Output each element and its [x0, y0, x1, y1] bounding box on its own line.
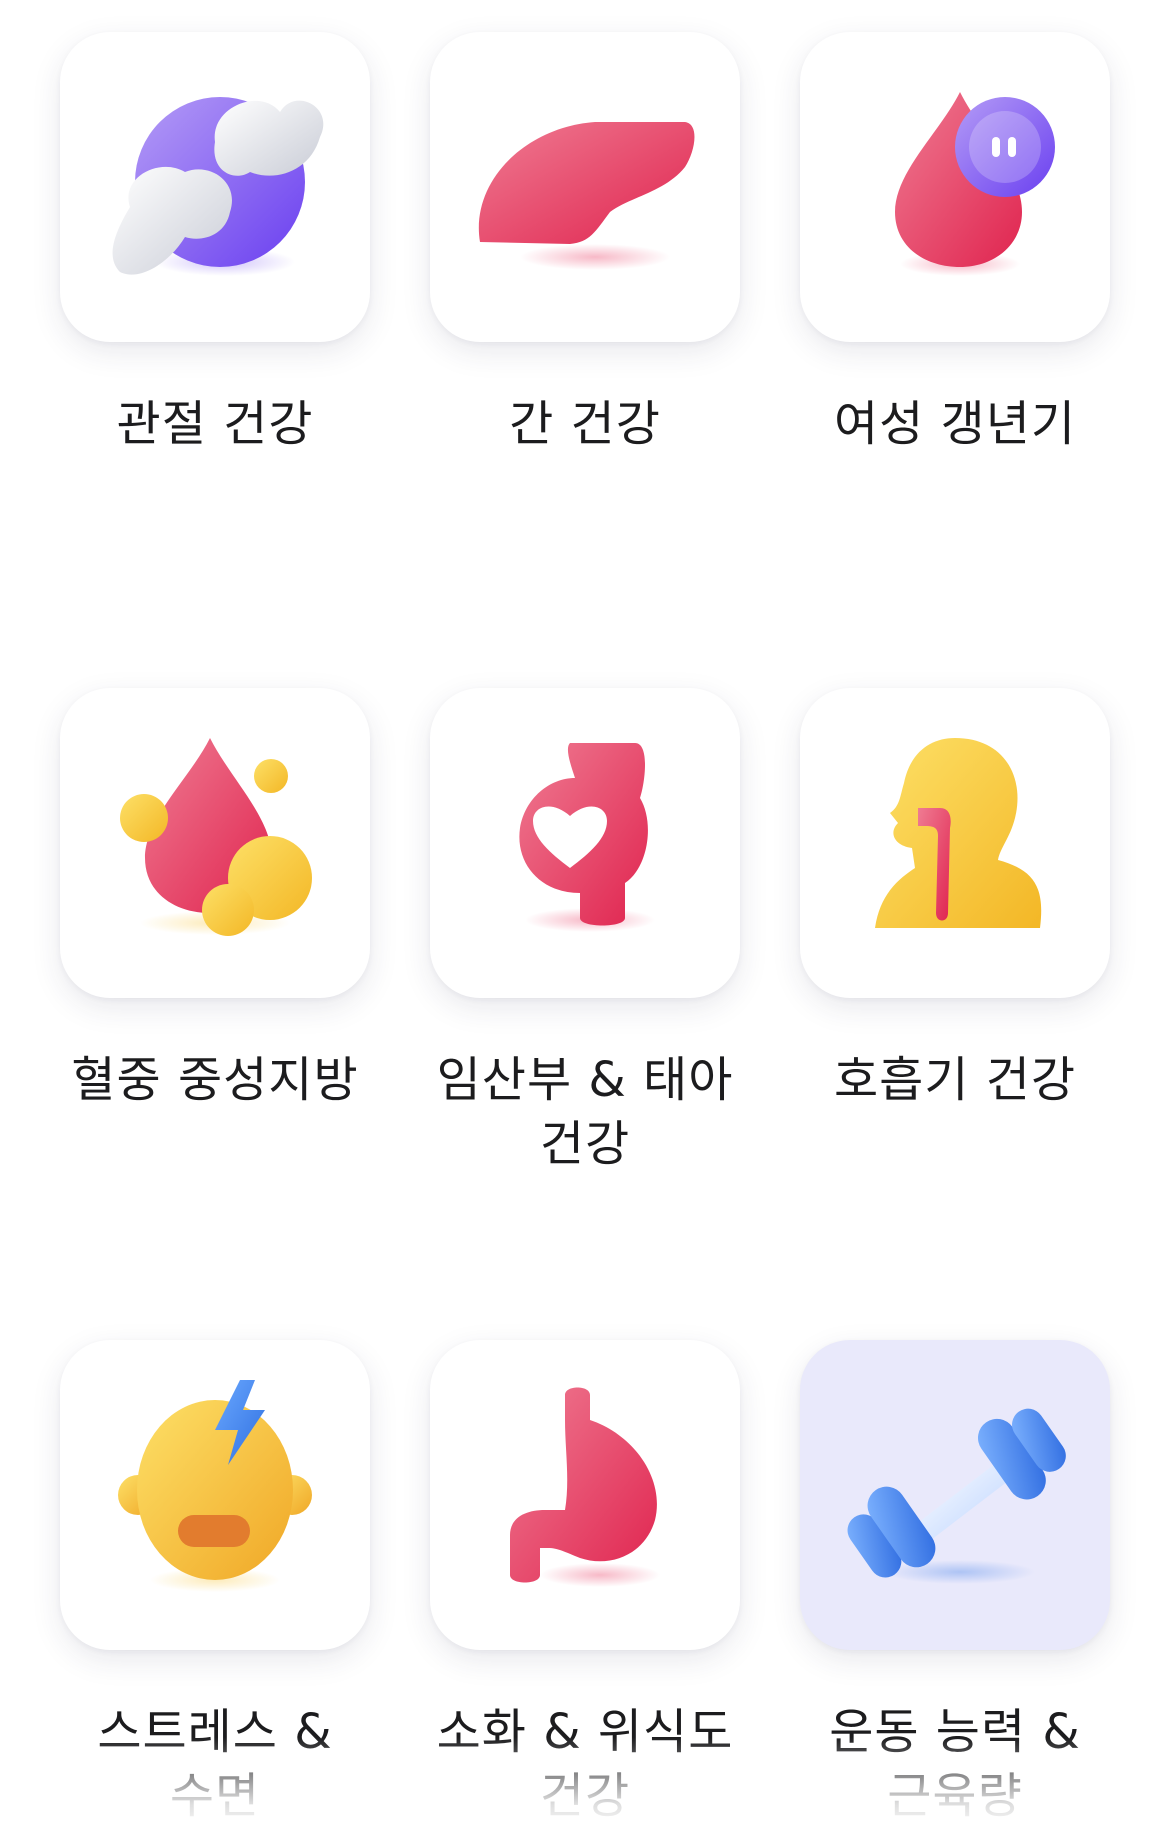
category-tile[interactable] — [430, 32, 740, 342]
category-tile[interactable] — [430, 688, 740, 998]
category-label: 여성 갱년기 — [833, 396, 1077, 452]
blood-drop-female-icon — [895, 92, 1055, 276]
blood-fat-icon — [120, 738, 312, 936]
category-tile-selected[interactable] — [800, 1340, 1110, 1650]
category-label: 간 건강 — [509, 396, 661, 452]
category-label: 운동 능력 & 근육량 — [829, 1704, 1081, 1824]
dumbbell-icon — [847, 1408, 1066, 1584]
category-tile[interactable] — [800, 32, 1110, 342]
liver-icon — [478, 122, 695, 270]
category-label: 임산부 & 태아 건강 — [436, 1052, 734, 1172]
pregnant-heart-icon — [519, 743, 655, 932]
respiratory-icon — [875, 738, 1042, 928]
category-label: 스트레스 & 수면 — [97, 1704, 333, 1824]
category-tile[interactable] — [60, 32, 370, 342]
category-tile[interactable] — [60, 688, 370, 998]
category-tile[interactable] — [60, 1340, 370, 1650]
category-tile[interactable] — [800, 688, 1110, 998]
category-label: 호흡기 건강 — [833, 1052, 1077, 1108]
category-label: 혈중 중성지방 — [71, 1052, 359, 1108]
category-label: 관절 건강 — [116, 396, 314, 452]
stress-face-icon — [118, 1380, 312, 1592]
category-tile[interactable] — [430, 1340, 740, 1650]
health-category-grid: 관절 건강 간 건강 여성 갱년기 혈중 중성지방 임산부 & 태아 건강 호흡… — [0, 0, 1170, 1832]
category-label: 소화 & 위식도 건강 — [436, 1704, 734, 1824]
joint-bone-icon — [112, 97, 324, 276]
stomach-icon — [510, 1387, 660, 1587]
